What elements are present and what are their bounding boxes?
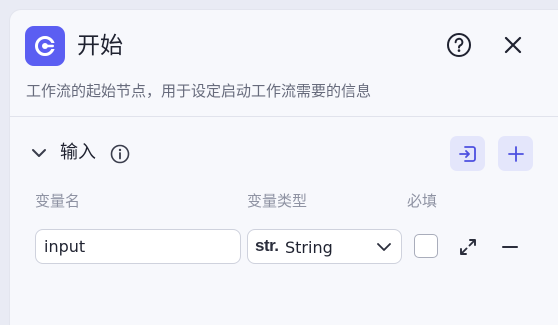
input-section-header: 输入 [10,134,558,174]
column-header-required: 必填 [407,192,438,210]
info-circle-icon[interactable] [109,143,131,165]
question-circle-icon [447,33,471,57]
help-button[interactable] [446,32,472,58]
variable-type-label: String [285,238,333,257]
expand-button[interactable] [457,236,479,258]
chevron-down-icon[interactable] [28,142,50,164]
panel-header: 开始 工作流的起始节点，用于设定启动工作流需要的信息 [10,10,558,116]
chevron-down-icon [377,243,391,251]
input-section-title: 输入 [60,142,96,163]
variable-name-input[interactable] [35,229,241,264]
column-header-variable-name: 变量名 [35,192,81,210]
variable-type-select[interactable]: str. String [247,229,402,264]
import-variables-button[interactable] [450,136,485,171]
start-node-icon [25,26,65,66]
remove-variable-button[interactable] [499,236,521,258]
node-description: 工作流的起始节点，用于设定启动工作流需要的信息 [26,82,372,100]
required-checkbox[interactable] [414,234,438,258]
close-icon [504,36,522,54]
expand-icon [460,239,476,255]
node-title: 开始 [77,33,123,59]
close-button[interactable] [500,32,526,58]
header-divider [10,116,558,117]
import-variables-icon [458,145,476,162]
string-type-icon: str. [255,236,279,255]
plus-icon [507,145,524,162]
column-header-variable-type: 变量类型 [247,192,308,210]
start-node-panel: 开始 工作流的起始节点，用于设定启动工作流需要的信息 输入 变量名 变量类型 必… [9,9,558,325]
add-variable-button[interactable] [498,136,533,171]
minus-icon [502,246,518,248]
